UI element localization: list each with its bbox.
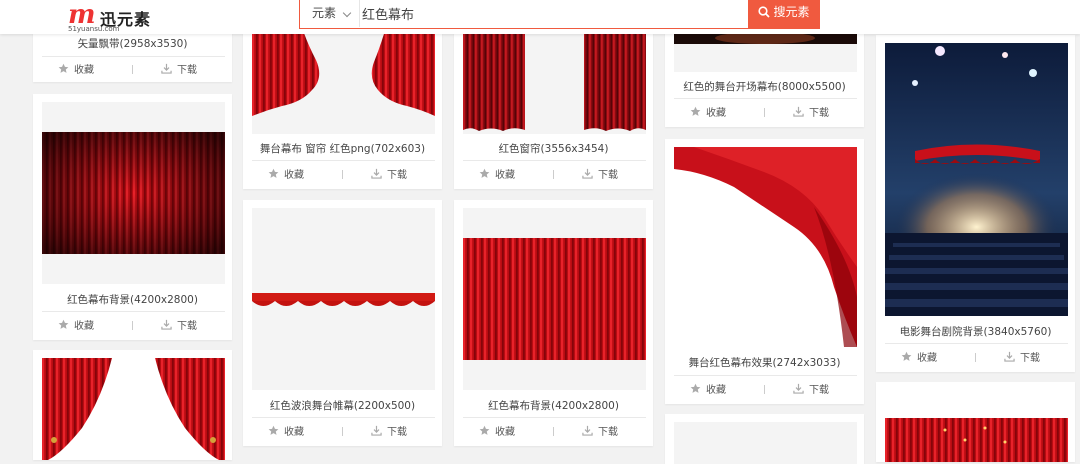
divider bbox=[42, 311, 225, 312]
divider bbox=[252, 160, 435, 161]
star-icon bbox=[268, 168, 279, 178]
divider bbox=[463, 160, 646, 161]
logo-mark: m bbox=[68, 0, 96, 30]
card-title: 红色窗帘(3556x3454) bbox=[498, 143, 609, 155]
red-silk-drape-image bbox=[674, 147, 857, 347]
top-bar: m 迅元素 51yuansu.com 元素 搜元素 bbox=[0, 0, 1080, 34]
element-card[interactable] bbox=[876, 382, 1075, 462]
card-title: 舞台幕布 窗帘 红色png(702x603) bbox=[259, 143, 426, 155]
card-title: 舞台红色幕布效果(2742x3033) bbox=[688, 357, 841, 369]
separator bbox=[342, 170, 343, 179]
search-input[interactable] bbox=[360, 0, 752, 29]
star-icon bbox=[58, 319, 69, 329]
theater-stage-image bbox=[885, 43, 1068, 316]
star-icon bbox=[690, 383, 701, 393]
card-thumbnail[interactable] bbox=[252, 208, 435, 390]
stage-curtains-image bbox=[42, 358, 225, 460]
separator bbox=[975, 353, 976, 362]
search-bar: 元素 搜元素 bbox=[299, 0, 820, 29]
star-icon bbox=[690, 106, 701, 116]
red-curtain-image bbox=[42, 132, 225, 254]
card-title: 红色的舞台开场幕布(8000x5500) bbox=[683, 81, 846, 93]
separator bbox=[764, 108, 765, 117]
card-title: 红色幕布背景(4200x2800) bbox=[67, 294, 198, 306]
element-card[interactable]: 红色波浪舞台帷幕(2200x500) 收藏 下载 bbox=[243, 200, 442, 446]
collect-button[interactable]: 收藏 bbox=[690, 106, 726, 120]
star-icon bbox=[901, 351, 912, 361]
divider bbox=[674, 375, 857, 376]
logo-domain: 51yuansu.com bbox=[68, 25, 120, 33]
collect-button[interactable]: 收藏 bbox=[58, 319, 94, 333]
element-card[interactable]: 舞台红色幕布效果(2742x3033) 收藏 下载 bbox=[665, 139, 864, 404]
download-button[interactable]: 下载 bbox=[371, 425, 407, 439]
card-title: 红色波浪舞台帷幕(2200x500) bbox=[269, 400, 416, 412]
download-icon bbox=[582, 168, 593, 179]
separator bbox=[132, 65, 133, 74]
collect-button[interactable]: 收藏 bbox=[690, 383, 726, 397]
download-button[interactable]: 下载 bbox=[582, 425, 618, 439]
download-button[interactable]: 下载 bbox=[371, 168, 407, 182]
download-icon bbox=[1004, 351, 1015, 362]
divider bbox=[885, 343, 1068, 344]
collect-button[interactable]: 收藏 bbox=[901, 351, 937, 365]
card-thumbnail[interactable] bbox=[674, 147, 857, 347]
search-button[interactable]: 搜元素 bbox=[748, 0, 820, 28]
download-button[interactable]: 下载 bbox=[161, 319, 197, 333]
separator bbox=[342, 427, 343, 436]
download-button[interactable]: 下载 bbox=[161, 63, 197, 77]
separator bbox=[553, 170, 554, 179]
red-curtain-image bbox=[885, 418, 1068, 462]
element-card[interactable] bbox=[33, 350, 232, 460]
card-title: 红色幕布背景(4200x2800) bbox=[488, 400, 619, 412]
download-button[interactable]: 下载 bbox=[582, 168, 618, 182]
chevron-down-icon bbox=[342, 8, 352, 18]
star-icon bbox=[479, 168, 490, 178]
red-curtain-image bbox=[463, 238, 646, 360]
card-thumbnail[interactable] bbox=[42, 358, 225, 460]
element-card[interactable]: 电影舞台剧院背景(3840x5760) 收藏 下载 bbox=[876, 35, 1075, 372]
separator bbox=[764, 385, 765, 394]
element-card[interactable]: 红色幕布背景(4200x2800) 收藏 下载 bbox=[33, 94, 232, 340]
collect-button[interactable]: 收藏 bbox=[58, 63, 94, 77]
card-thumbnail[interactable] bbox=[463, 208, 646, 390]
search-icon bbox=[758, 6, 771, 18]
divider bbox=[42, 56, 225, 57]
separator bbox=[132, 321, 133, 330]
wave-valance-image bbox=[252, 293, 435, 306]
download-icon bbox=[371, 425, 382, 436]
card-title: 电影舞台剧院背景(3840x5760) bbox=[899, 326, 1052, 338]
collect-button[interactable]: 收藏 bbox=[479, 168, 515, 182]
search-type-label: 元素 bbox=[312, 6, 337, 20]
divider bbox=[463, 417, 646, 418]
separator bbox=[553, 427, 554, 436]
card-title: 矢量飘带(2958x3530) bbox=[77, 38, 188, 50]
download-button[interactable]: 下载 bbox=[1004, 351, 1040, 365]
download-icon bbox=[582, 425, 593, 436]
collect-button[interactable]: 收藏 bbox=[268, 425, 304, 439]
download-button[interactable]: 下载 bbox=[793, 106, 829, 120]
search-button-label: 搜元素 bbox=[773, 5, 810, 19]
download-icon bbox=[161, 319, 172, 330]
card-thumbnail[interactable] bbox=[885, 390, 1068, 462]
divider bbox=[252, 417, 435, 418]
download-icon bbox=[793, 383, 804, 394]
star-icon bbox=[479, 425, 490, 435]
star-icon bbox=[268, 425, 279, 435]
collect-button[interactable]: 收藏 bbox=[479, 425, 515, 439]
card-thumbnail[interactable] bbox=[885, 43, 1068, 316]
collect-button[interactable]: 收藏 bbox=[268, 168, 304, 182]
element-card[interactable]: 红色幕布背景(4200x2800) 收藏 下载 bbox=[454, 200, 653, 446]
download-icon bbox=[161, 63, 172, 74]
element-card[interactable] bbox=[665, 414, 864, 464]
divider bbox=[674, 98, 857, 99]
card-thumbnail[interactable] bbox=[674, 422, 857, 464]
search-type-select[interactable]: 元素 bbox=[300, 0, 360, 27]
download-icon bbox=[371, 168, 382, 179]
star-icon bbox=[58, 63, 69, 73]
card-thumbnail[interactable] bbox=[42, 102, 225, 284]
download-icon bbox=[793, 106, 804, 117]
download-button[interactable]: 下载 bbox=[793, 383, 829, 397]
